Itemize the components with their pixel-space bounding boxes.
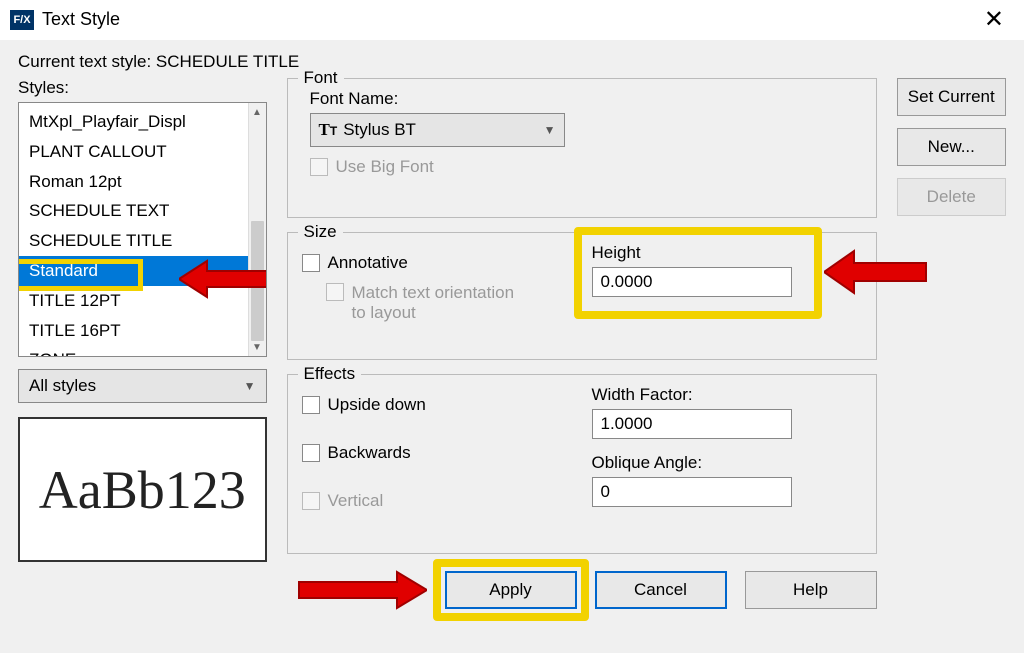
annotative-label: Annotative [328,253,408,273]
scroll-down-icon[interactable]: ▼ [249,338,266,356]
font-group: Font Font Name: TTStylus BT ▼ Use Big Fo… [287,78,877,218]
close-button[interactable]: ✕ [974,5,1014,34]
apply-button[interactable]: Apply [445,571,577,609]
big-font-label: Use Big Font [336,157,434,177]
match-orientation-label: Match text orientation to layout [352,283,522,323]
arrow-annotation [287,568,427,612]
upside-down-row[interactable]: Upside down [302,395,572,415]
font-preview: AaBb123 [18,417,267,562]
vertical-checkbox [302,492,320,510]
titlebar: F/X Text Style ✕ [0,0,1024,40]
font-name-label: Font Name: [310,89,862,109]
annotative-checkbox[interactable] [302,254,320,272]
list-item[interactable]: PLANT CALLOUT [19,137,266,167]
upside-down-label: Upside down [328,395,426,415]
style-filter-dropdown[interactable]: All styles ▼ [18,369,267,403]
list-item[interactable]: SCHEDULE TITLE [19,226,266,256]
height-label: Height [592,243,862,263]
effects-group-title: Effects [298,364,362,384]
effects-group: Effects Upside down Backwards [287,374,877,554]
scrollbar[interactable]: ▲ ▼ [248,103,266,356]
size-group: Size Annotative Match text orientation t… [287,232,877,360]
list-item[interactable]: ZONE [19,345,266,357]
oblique-angle-input[interactable] [592,477,792,507]
list-item[interactable]: SCHEDULE TEXT [19,196,266,226]
cancel-button[interactable]: Cancel [595,571,727,609]
style-filter-value: All styles [29,376,96,396]
size-group-title: Size [298,222,343,242]
match-orientation-row: Match text orientation to layout [326,283,572,323]
new-button[interactable]: New... [897,128,1007,166]
set-current-button[interactable]: Set Current [897,78,1007,116]
window-title: Text Style [42,9,120,30]
scroll-thumb[interactable] [251,221,264,341]
styles-label: Styles: [18,78,267,98]
chevron-down-icon: ▼ [544,123,556,137]
font-name-value: Stylus BT [343,120,416,139]
list-item[interactable]: Standard [19,256,266,286]
width-factor-label: Width Factor: [592,385,862,405]
upside-down-checkbox[interactable] [302,396,320,414]
styles-listbox[interactable]: MtXpl_Playfair_DisplPLANT CALLOUTRoman 1… [18,102,267,357]
oblique-angle-label: Oblique Angle: [592,453,862,473]
truetype-icon: TT [319,120,338,139]
vertical-label: Vertical [328,491,384,511]
match-orientation-checkbox [326,283,344,301]
height-input[interactable] [592,267,792,297]
chevron-down-icon: ▼ [244,379,256,393]
vertical-row: Vertical [302,491,572,511]
font-name-dropdown[interactable]: TT Stylus BT ▼ [310,113,565,147]
scroll-up-icon[interactable]: ▲ [249,103,266,121]
list-item[interactable]: MtXpl_Playfair_Displ [19,107,266,137]
big-font-checkbox [310,158,328,176]
current-style-label: Current text style: SCHEDULE TITLE [18,52,1006,72]
width-factor-input[interactable] [592,409,792,439]
list-item[interactable]: TITLE 16PT [19,316,266,346]
list-item[interactable]: Roman 12pt [19,167,266,197]
backwards-checkbox[interactable] [302,444,320,462]
use-big-font-row: Use Big Font [310,157,862,177]
app-icon: F/X [10,10,34,30]
list-item[interactable]: TITLE 12PT [19,286,266,316]
delete-button: Delete [897,178,1007,216]
backwards-row[interactable]: Backwards [302,443,572,463]
help-button[interactable]: Help [745,571,877,609]
backwards-label: Backwards [328,443,411,463]
annotative-row[interactable]: Annotative [302,253,572,273]
font-group-title: Font [298,68,344,88]
